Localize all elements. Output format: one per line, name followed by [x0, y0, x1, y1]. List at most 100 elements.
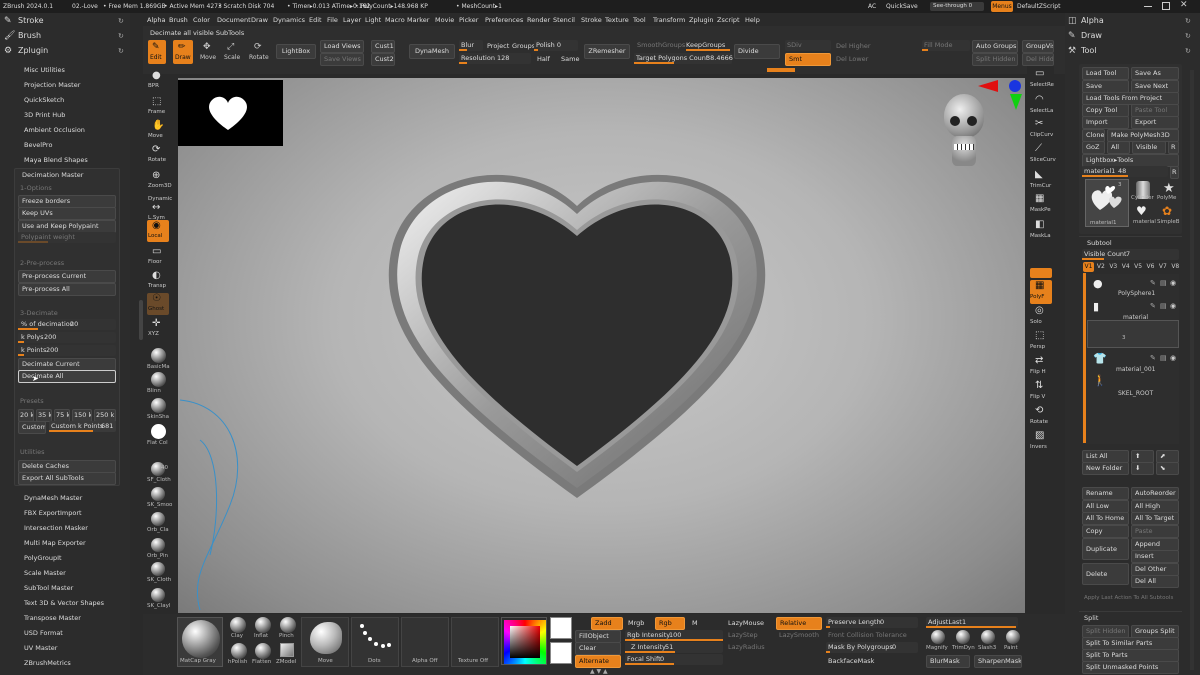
save-views-button[interactable]: Save Views	[320, 53, 364, 66]
cust1-button[interactable]: Cust1	[371, 40, 395, 53]
texture-picker[interactable]: Texture Off	[451, 617, 499, 667]
pin-icon[interactable]: ↻	[1185, 32, 1191, 40]
move-bottom-button[interactable]: ⬊	[1156, 462, 1179, 475]
subtool-version-4[interactable]: V4	[1120, 262, 1131, 272]
move-button[interactable]: ✥ Move	[199, 40, 217, 64]
alternate-button[interactable]: Alternate	[575, 655, 621, 668]
alpha-palette[interactable]: Alpha	[1081, 16, 1104, 25]
right-panel-scrollbar[interactable]	[1190, 70, 1194, 670]
draw-palette[interactable]: Draw	[1081, 31, 1102, 40]
visible-count-slider[interactable]: Visible Count 7	[1082, 249, 1179, 260]
decimation-percent-slider[interactable]: % of decimation 20	[18, 319, 116, 330]
lazyradius-slider[interactable]: LazyRadius	[728, 643, 765, 651]
menu-macro[interactable]: Macro	[385, 16, 405, 24]
zplugin-item[interactable]: Text 3D & Vector Shapes	[24, 599, 104, 607]
tool-rotate-button[interactable]: ⟳ Rotate	[147, 144, 169, 166]
pin-icon[interactable]: ↻	[1185, 47, 1191, 55]
lazystep-slider[interactable]: LazyStep	[728, 631, 758, 639]
zplugin-item[interactable]: QuickSketch	[24, 96, 64, 104]
zplugin-item[interactable]: PolyGroupIt	[24, 554, 62, 562]
preserve-length-slider[interactable]: Preserve Length 0	[826, 617, 918, 628]
zadd-button[interactable]: Zadd	[591, 617, 623, 630]
blur-mask-button[interactable]: BlurMask	[926, 655, 970, 668]
auto-reorder-button[interactable]: AutoReorder	[1131, 487, 1179, 500]
adjust-last-slider[interactable]: AdjustLast 1	[926, 617, 1018, 628]
stroke-picker[interactable]: Dots	[351, 617, 399, 667]
same-toggle[interactable]: Same	[561, 55, 579, 63]
smoothgroups-toggle[interactable]: SmoothGroups	[637, 41, 685, 49]
tool-thumb-polymesh[interactable]: ★ PolyMe	[1157, 179, 1181, 203]
alpha-picker[interactable]: Alpha Off	[401, 617, 449, 667]
material-1[interactable]: Blinn	[147, 372, 171, 396]
menu-zplugin[interactable]: Zplugin	[689, 16, 714, 24]
zplugin-item[interactable]: Ambient Occlusion	[24, 126, 85, 134]
right-tool-slicecurv[interactable]: ⟋ SliceCurv	[1030, 143, 1056, 167]
main-color-swatch[interactable]	[550, 617, 572, 639]
clear-button[interactable]: Clear	[575, 642, 621, 655]
focal-shift-slider[interactable]: Focal Shift 0	[625, 654, 723, 665]
menu-light[interactable]: Light	[365, 16, 381, 24]
right-tool-polyf[interactable]: ▦ PolyF	[1030, 280, 1052, 304]
dynamesh-button[interactable]: DynaMesh	[409, 44, 455, 59]
folder-icon[interactable]: ▤	[1160, 302, 1167, 310]
shelf-arrows-icon[interactable]: ▲ ▼ ▲	[590, 668, 608, 675]
eye-icon[interactable]: ◉	[1170, 302, 1176, 310]
utilities-heading[interactable]: Utilities	[20, 448, 44, 456]
split-unmasked-button[interactable]: Split Unmasked Points	[1082, 661, 1179, 674]
preprocess-current-button[interactable]: Pre-process Current	[18, 270, 116, 283]
lazysmooth-slider[interactable]: LazySmooth	[779, 631, 819, 639]
tool-zoom3d-button[interactable]: ⊕ Zoom3D	[147, 170, 172, 192]
brush-toggle-icon[interactable]: ✎	[1150, 354, 1156, 362]
eye-icon[interactable]: ◉	[1170, 354, 1176, 362]
heart-model[interactable]	[178, 78, 1025, 613]
tool-ghost-button[interactable]: ☉ Ghost	[147, 293, 169, 315]
goz-visible-button[interactable]: Visible	[1132, 141, 1166, 154]
hpolish-brush[interactable]: hPolish	[228, 643, 250, 667]
menu-draw[interactable]: Draw	[251, 16, 268, 24]
zmodeler-brush[interactable]: ZModel	[276, 643, 300, 667]
brush-palette[interactable]: Brush	[18, 31, 41, 40]
rename-button[interactable]: Rename	[1082, 487, 1129, 500]
k-points-slider[interactable]: k Points 200	[18, 345, 116, 356]
color-picker[interactable]	[501, 617, 547, 665]
relative-button[interactable]: Relative	[776, 617, 822, 630]
menu-transform[interactable]: Transform	[653, 16, 685, 24]
subtool-name[interactable]: PolySphere1	[1118, 290, 1155, 297]
k-polys-slider[interactable]: k Polys 200	[18, 332, 116, 343]
export-all-subtools-button[interactable]: Export All SubTools	[18, 472, 116, 485]
pin-icon[interactable]: ↻	[118, 32, 124, 40]
menu-edit[interactable]: Edit	[309, 16, 322, 24]
del-hidden-button[interactable]: Del Hidde	[1022, 53, 1054, 66]
subtool-version-3[interactable]: V3	[1108, 262, 1119, 272]
pin-icon[interactable]: ↻	[118, 17, 124, 25]
trimdyn-brush[interactable]: TrimDyn	[952, 630, 975, 654]
tool-thumb-material[interactable]: ♥ material	[1131, 203, 1156, 227]
load-tool-button[interactable]: Load Tool	[1082, 67, 1129, 80]
auto-groups-button[interactable]: Auto Groups	[972, 40, 1018, 53]
all-to-home-button[interactable]: All To Home	[1082, 512, 1129, 525]
duplicate-button[interactable]: Duplicate	[1082, 538, 1129, 560]
m-button[interactable]: M	[692, 619, 698, 627]
menu-movie[interactable]: Movie	[435, 16, 454, 24]
del-lower-button[interactable]: Del Lower	[836, 55, 868, 63]
front-collision-slider[interactable]: Front Collision Tolerance	[828, 631, 907, 639]
subtool-name[interactable]: material_001	[1116, 366, 1156, 373]
del-all-button[interactable]: Del All	[1131, 575, 1179, 588]
zplugin-item[interactable]: Intersection Masker	[24, 524, 88, 532]
subtool-version-1[interactable]: V1	[1083, 262, 1094, 272]
pin-icon[interactable]: ↻	[118, 47, 124, 55]
quicksave-button[interactable]: QuickSave	[886, 3, 918, 10]
inflat-brush[interactable]: Inflat	[253, 617, 273, 641]
magnify-brush[interactable]: Magnify	[926, 630, 950, 654]
options-heading[interactable]: 1-Options	[20, 184, 52, 192]
zplugin-item[interactable]: SubTool Master	[24, 584, 73, 592]
selected-subtool-row[interactable]	[1087, 320, 1179, 348]
right-tool-solo[interactable]: ◎ Solo	[1030, 305, 1052, 329]
sharpen-mask-button[interactable]: SharpenMask	[974, 655, 1022, 668]
right-tool-rotate[interactable]: ⟲ Rotate	[1030, 405, 1052, 429]
subtool-version-2[interactable]: V2	[1095, 262, 1106, 272]
tool-local-button[interactable]: ◉ Local	[147, 220, 169, 242]
new-folder-button[interactable]: New Folder	[1082, 462, 1129, 475]
see-through-slider[interactable]: See-through 0	[930, 2, 984, 11]
save-as-button[interactable]: Save As	[1131, 67, 1179, 80]
